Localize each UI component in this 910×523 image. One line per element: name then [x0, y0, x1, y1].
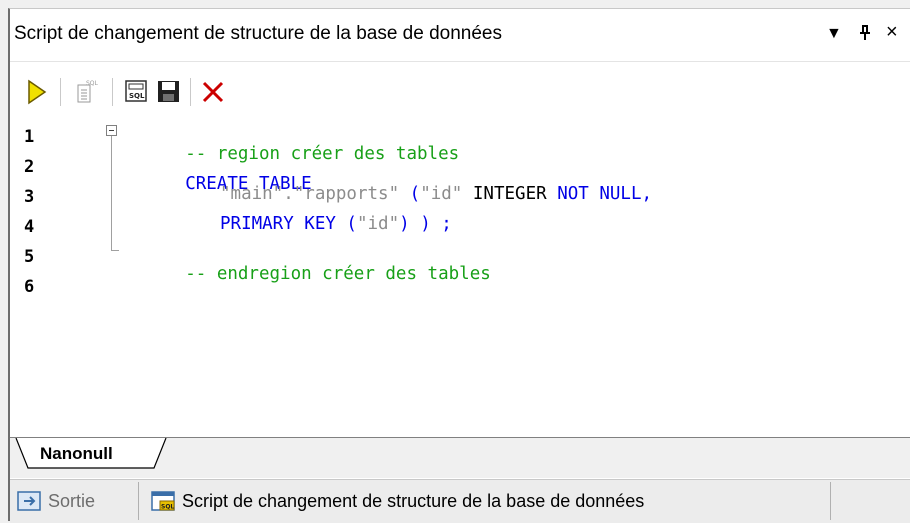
line-number: 2 [24, 157, 35, 177]
close-panel-icon[interactable]: × [886, 21, 898, 44]
save-icon [158, 81, 179, 102]
code-line-3: "main"."rapports" ("id" INTEGER NOT NULL… [220, 184, 652, 204]
pin-icon[interactable] [858, 25, 872, 46]
panel-menu-dropdown-icon[interactable]: ▼ [826, 25, 842, 43]
sql-window-icon: SQL [151, 491, 175, 511]
tab-script-label: Script de changement de structure de la … [182, 490, 645, 511]
svg-text:SQL: SQL [161, 504, 174, 511]
not-null-keyword: NOT NULL, [557, 184, 653, 204]
open-paren: ( [399, 184, 421, 204]
code-line-4: PRIMARY KEY ("id") ) ; [220, 214, 452, 234]
tab-output-label: Sortie [48, 490, 96, 511]
panel-titlebar: Script de changement de structure de la … [10, 9, 910, 62]
discard-button[interactable] [198, 77, 228, 107]
column-type: INTEGER [462, 184, 558, 204]
toolbar-separator [190, 78, 191, 106]
tab-separator [138, 482, 139, 520]
primary-key-keyword: PRIMARY KEY ( [220, 214, 357, 234]
fold-guide-end [111, 250, 119, 251]
tab-nanonull[interactable]: Nanonull [40, 444, 113, 464]
line-number: 3 [24, 187, 35, 207]
line-number-gutter: 1 2 3 4 5 6 [10, 119, 90, 439]
toolbar-separator [60, 78, 61, 106]
run-icon [28, 79, 47, 105]
bottom-window-tabs: Sortie SQL Script de changement de struc… [10, 479, 910, 523]
svg-text:SQL: SQL [86, 80, 99, 87]
collapse-region-toggle[interactable] [106, 125, 117, 136]
line-number: 5 [24, 247, 35, 267]
code-line-5: -- endregion créer des tables [122, 244, 491, 304]
line-number: 1 [24, 127, 35, 147]
save-button[interactable] [154, 77, 184, 107]
toolbar-separator [112, 78, 113, 106]
sql-script-icon: SQL [77, 80, 99, 103]
line-number: 6 [24, 277, 35, 297]
pk-column-string: "id" [356, 214, 400, 234]
tab-script[interactable]: SQL Script de changement de structure de… [150, 486, 644, 516]
panel-title: Script de changement de structure de la … [14, 23, 502, 44]
fold-guide-line [111, 136, 112, 250]
sql-code-editor[interactable]: -- region créer des tables CREATE TABLE … [92, 115, 910, 439]
open-sql-editor-icon: SQL [125, 80, 147, 102]
tab-output[interactable]: Sortie [16, 486, 95, 516]
tab-separator [830, 482, 831, 520]
svg-text:SQL: SQL [129, 92, 145, 100]
connection-tab-bar: Nanonull [10, 437, 910, 478]
run-button[interactable] [22, 77, 52, 107]
line-number: 4 [24, 217, 35, 237]
column-name-string: "id" [420, 184, 463, 204]
db-structure-change-script-panel: Script de changement de structure de la … [8, 8, 910, 523]
close-icon [202, 81, 224, 103]
sql-script-button[interactable]: SQL [72, 77, 102, 107]
table-name-string: "main"."rapports" [220, 184, 400, 204]
output-window-icon [17, 491, 41, 511]
endregion-comment: -- endregion créer des tables [185, 264, 491, 284]
statement-end: ) ) ; [399, 214, 452, 234]
open-sql-editor-button[interactable]: SQL [122, 77, 152, 107]
script-toolbar: SQL SQL [10, 73, 910, 115]
